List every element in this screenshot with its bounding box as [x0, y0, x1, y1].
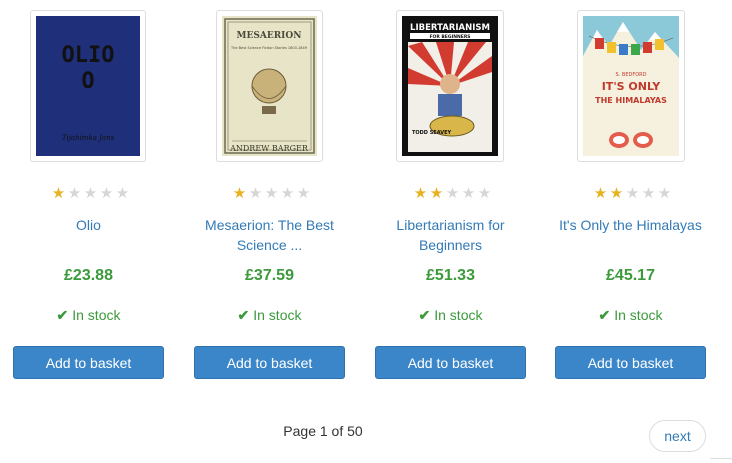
add-to-basket-button[interactable]: Add to basket: [13, 346, 164, 379]
star-filled-icon: ★: [593, 185, 607, 202]
divider: [710, 458, 732, 459]
next-page-button[interactable]: next: [649, 420, 706, 452]
cover-author-text: S. BEDFORD: [616, 72, 647, 78]
star-empty-icon: ★: [296, 185, 310, 202]
book-cover-image: OLIO O Tijahimka Jans: [36, 16, 140, 156]
check-icon: ✔: [237, 307, 250, 323]
pagination-current: Page 1 of 50: [283, 423, 363, 439]
title-line-1: It's Only the Himalayas: [559, 217, 702, 233]
star-empty-icon: ★: [477, 185, 491, 202]
product-title-link[interactable]: Libertarianism for Beginners: [375, 215, 526, 255]
cover-top-text: IT'S ONLY: [602, 80, 662, 93]
cover-sub-text: FOR BEGINNERS: [429, 34, 470, 40]
availability: ✔ In stock: [13, 307, 164, 324]
himalayas-cover-art: S. BEDFORD IT'S ONLY THE HIMALAYAS: [583, 16, 679, 156]
star-empty-icon: ★: [641, 185, 655, 202]
star-empty-icon: ★: [67, 185, 81, 202]
star-empty-icon: ★: [83, 185, 97, 202]
check-icon: ✔: [598, 307, 611, 323]
star-filled-icon: ★: [429, 185, 443, 202]
book-cover-image: S. BEDFORD IT'S ONLY THE HIMALAYAS: [583, 16, 679, 156]
title-line-1: Mesaerion: The Best: [205, 217, 334, 233]
book-cover-image: MESAERION The Best Science Fiction Stori…: [222, 16, 317, 156]
star-filled-icon: ★: [232, 185, 246, 202]
product-title-link[interactable]: It's Only the Himalayas: [555, 215, 706, 235]
product-cover-link[interactable]: MESAERION The Best Science Fiction Stori…: [216, 10, 323, 162]
availability: ✔ In stock: [375, 307, 526, 324]
product-card-himalayas: S. BEDFORD IT'S ONLY THE HIMALAYAS ★ ★ ★ ★ ★…: [555, 0, 706, 400]
star-rating: ★ ★ ★ ★ ★: [555, 186, 706, 202]
star-empty-icon: ★: [657, 185, 671, 202]
olio-cover-art: OLIO O Tijahimka Jans: [36, 16, 140, 156]
star-rating: ★ ★ ★ ★ ★: [13, 186, 164, 202]
title-line-2: Science ...: [236, 237, 303, 253]
product-price: £51.33: [426, 267, 475, 284]
availability: ✔ In stock: [555, 307, 706, 324]
cover-author-text: Tijahimka Jans: [62, 134, 115, 142]
cover-top-text: OLIO: [62, 43, 115, 68]
star-rating: ★ ★ ★ ★ ★: [194, 186, 345, 202]
title-line-1: Olio: [76, 217, 101, 233]
add-to-basket-button[interactable]: Add to basket: [555, 346, 706, 379]
product-price: £45.17: [606, 267, 655, 284]
cover-bottom-text: O: [81, 69, 94, 94]
title-line-1: Libertarianism for: [396, 217, 505, 233]
stock-label: In stock: [253, 307, 302, 323]
star-empty-icon: ★: [248, 185, 262, 202]
check-icon: ✔: [418, 307, 431, 323]
mesaerion-cover-art: MESAERION The Best Science Fiction Stori…: [222, 16, 317, 156]
star-empty-icon: ★: [445, 185, 459, 202]
catalogue-page: OLIO O Tijahimka Jans ★ ★ ★ ★ ★ Olio £23.88 …: [0, 0, 732, 463]
star-empty-icon: ★: [280, 185, 294, 202]
stock-label: In stock: [614, 307, 663, 323]
product-card-libertarianism: LIBERTARIANISM FOR BEGINNERS TODD SEAVEY…: [375, 0, 526, 400]
star-empty-icon: ★: [461, 185, 475, 202]
product-price: £23.88: [64, 267, 113, 284]
star-empty-icon: ★: [625, 185, 639, 202]
star-filled-icon: ★: [609, 185, 623, 202]
star-empty-icon: ★: [115, 185, 129, 202]
libertarianism-cover-art: LIBERTARIANISM FOR BEGINNERS TODD SEAVEY: [402, 16, 498, 156]
add-to-basket-button[interactable]: Add to basket: [194, 346, 345, 379]
star-empty-icon: ★: [264, 185, 278, 202]
stock-label: In stock: [72, 307, 121, 323]
star-rating: ★ ★ ★ ★ ★: [375, 186, 526, 202]
availability: ✔ In stock: [194, 307, 345, 324]
product-grid: OLIO O Tijahimka Jans ★ ★ ★ ★ ★ Olio £23.88 …: [0, 0, 732, 400]
product-title-link[interactable]: Mesaerion: The Best Science ...: [194, 215, 345, 255]
star-empty-icon: ★: [99, 185, 113, 202]
cover-author-text: ANDREW BARGER: [229, 144, 309, 153]
add-to-basket-button[interactable]: Add to basket: [375, 346, 526, 379]
cover-sub-text: The Best Science Fiction Stories 1800-18…: [230, 46, 307, 50]
cover-top-text: LIBERTARIANISM: [410, 23, 490, 33]
product-price: £37.59: [245, 267, 294, 284]
product-cover-link[interactable]: OLIO O Tijahimka Jans: [30, 10, 146, 162]
cover-top-text: MESAERION: [237, 31, 302, 41]
cover-author-text: TODD SEAVEY: [412, 130, 452, 136]
star-filled-icon: ★: [51, 185, 65, 202]
book-cover-image: LIBERTARIANISM FOR BEGINNERS TODD SEAVEY: [402, 16, 498, 156]
product-title-link[interactable]: Olio: [13, 215, 164, 235]
product-cover-link[interactable]: LIBERTARIANISM FOR BEGINNERS TODD SEAVEY: [396, 10, 504, 162]
product-card-mesaerion: MESAERION The Best Science Fiction Stori…: [194, 0, 345, 400]
star-filled-icon: ★: [413, 185, 427, 202]
product-card-olio: OLIO O Tijahimka Jans ★ ★ ★ ★ ★ Olio £23.88 …: [13, 0, 164, 400]
cover-sub-text: THE HIMALAYAS: [595, 96, 667, 105]
stock-label: In stock: [434, 307, 483, 323]
check-icon: ✔: [56, 307, 69, 323]
product-cover-link[interactable]: S. BEDFORD IT'S ONLY THE HIMALAYAS: [577, 10, 685, 162]
title-line-2: Beginners: [418, 237, 483, 253]
